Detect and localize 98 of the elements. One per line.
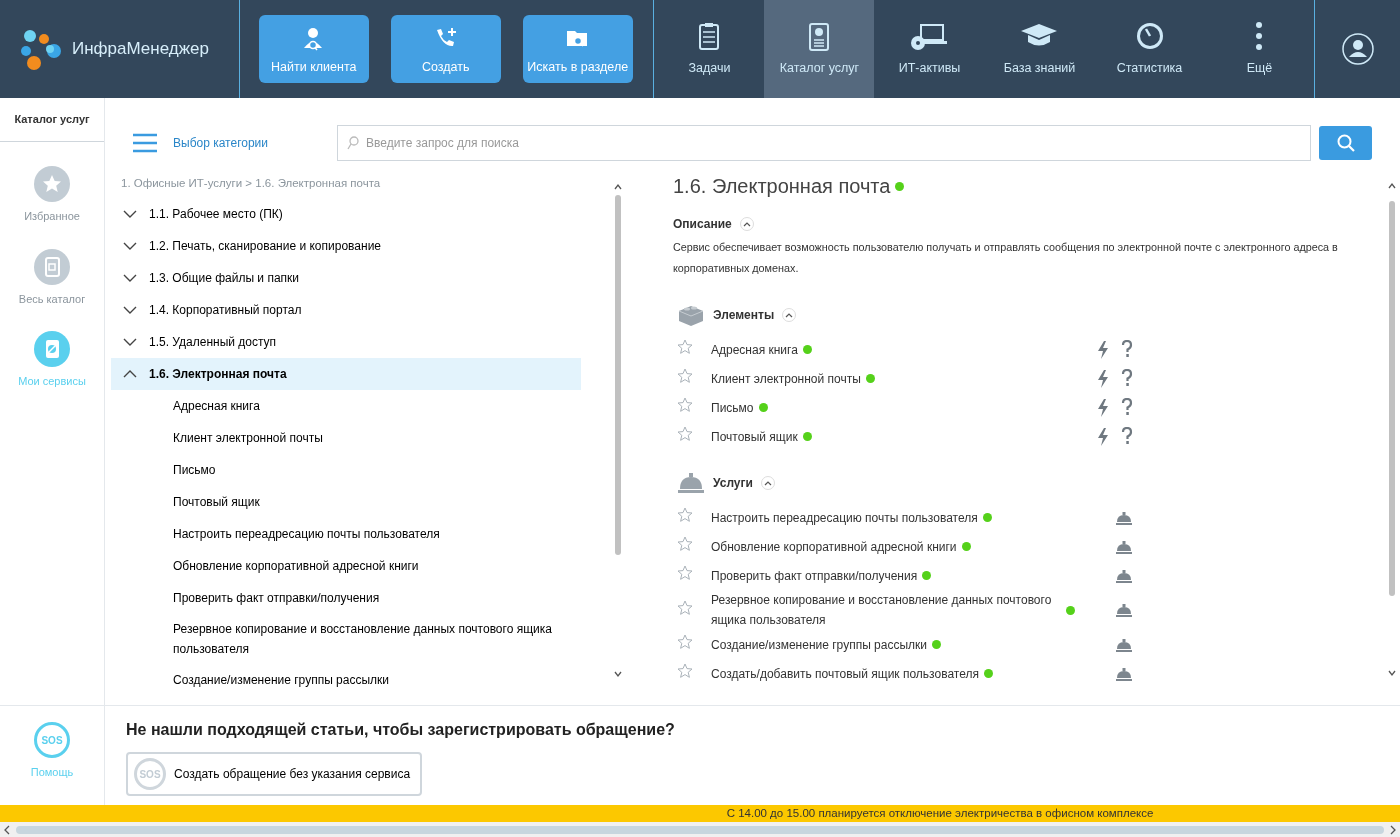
- nav-tab[interactable]: Задачи: [654, 0, 765, 98]
- create-request-button[interactable]: SOS Создать обращение без указания сервиса: [126, 752, 423, 796]
- favorite-toggle[interactable]: [677, 397, 693, 413]
- favorite-toggle[interactable]: [677, 634, 693, 650]
- chevron-up-icon: [785, 312, 794, 318]
- collapse-button[interactable]: [760, 476, 775, 490]
- help-button[interactable]: [1121, 398, 1133, 417]
- tree-item[interactable]: Клиент электронной почты: [111, 422, 581, 455]
- favorite-toggle[interactable]: [677, 565, 693, 581]
- tree-item[interactable]: Письмо: [111, 454, 581, 487]
- page-title: 1.6. Электронная почта: [673, 174, 891, 199]
- section-heading: Элементы: [713, 307, 775, 324]
- notice-banner: С 14.00 до 15.00 планируется отключение электричества в офисном комплексе: [0, 805, 1400, 822]
- search-button[interactable]: [1319, 125, 1372, 160]
- favorite-toggle[interactable]: [677, 599, 693, 616]
- status-dot: [802, 432, 812, 441]
- catalog-item-link[interactable]: Почтовый ящик: [711, 427, 798, 446]
- help-button[interactable]: [1121, 369, 1133, 388]
- tree-item[interactable]: Резервное копирование и восстановление данных почтового ящика пользователя: [111, 614, 581, 665]
- favorite-toggle[interactable]: [677, 536, 693, 552]
- status-dot: [758, 403, 768, 412]
- service-bell-icon: [677, 471, 705, 495]
- catalog-item-link[interactable]: Создание/изменение группы рассылки: [711, 635, 928, 654]
- chevron-down-icon: [123, 274, 137, 283]
- chevron-up-icon: [763, 480, 772, 486]
- catalog-item-link[interactable]: Создать/добавить почтовый ящик пользователя: [711, 664, 979, 683]
- search-icon: [347, 135, 359, 150]
- chevron-down-icon: [123, 306, 137, 315]
- lightning-button[interactable]: [1097, 398, 1109, 417]
- catalog-item-link[interactable]: Адресная книга: [711, 340, 798, 359]
- tree-item[interactable]: Почтовый ящик: [111, 486, 581, 519]
- nav-tab[interactable]: Статистика: [1094, 0, 1205, 98]
- status-dot: [922, 571, 932, 580]
- status-dot: [982, 513, 992, 522]
- category-button[interactable]: Выбор категории: [133, 132, 337, 153]
- status-dot: [895, 181, 905, 191]
- user-avatar-button[interactable]: [1341, 33, 1374, 65]
- collapse-button[interactable]: [782, 308, 797, 322]
- app-name: ИнфраМенеджер: [72, 38, 209, 61]
- catalog-item-link[interactable]: Клиент электронной почты: [711, 369, 861, 388]
- nav-tab[interactable]: ИТ-активы: [874, 0, 985, 98]
- chevron-up-icon: [742, 221, 751, 227]
- favorite-toggle[interactable]: [677, 426, 693, 442]
- help-button[interactable]: [1121, 427, 1133, 446]
- tree-item[interactable]: 1.3. Общие файлы и папки: [111, 262, 581, 295]
- lightning-button[interactable]: [1097, 369, 1109, 388]
- status-dot: [961, 542, 971, 551]
- tree-item[interactable]: Проверить факт отправки/получения: [111, 582, 581, 615]
- bricks-icon: [677, 303, 705, 327]
- favorite-toggle[interactable]: [677, 368, 693, 384]
- section-heading: Описание: [673, 216, 732, 233]
- more-vertical-icon: [1255, 21, 1264, 52]
- tree-item[interactable]: 1.6. Электронная почта: [111, 358, 581, 391]
- favorite-toggle[interactable]: [677, 507, 693, 523]
- tree-item[interactable]: Адресная книга: [111, 390, 581, 423]
- logo-icon: [20, 27, 64, 71]
- chevron-down-icon: [123, 242, 137, 251]
- breadcrumb: 1. Офисные ИТ-услуги > 1.6. Электронная почта: [120, 176, 382, 191]
- status-dot: [983, 669, 993, 678]
- chevron-down-icon: [123, 210, 137, 219]
- status-dot: [932, 640, 942, 649]
- nav-tab[interactable]: Каталог услуг: [764, 0, 875, 98]
- status-dot: [802, 345, 812, 354]
- request-service-button[interactable]: [1115, 601, 1133, 619]
- prompt-heading: Не нашли подходящей статьи, чтобы зарегистрировать обращение?: [126, 720, 675, 740]
- search-icon: [1336, 133, 1355, 152]
- catalog-item-link[interactable]: Настроить переадресацию почты пользователя: [711, 508, 978, 527]
- chevron-down-icon: [123, 338, 137, 347]
- catalog-item-link[interactable]: Резервное копирование и восстановление данных почтового ящика пользователя: [711, 590, 1061, 630]
- tree-item[interactable]: 1.5. Удаленный доступ: [111, 326, 581, 359]
- tree-item[interactable]: Создание/изменение группы рассылки: [111, 664, 581, 697]
- catalog-item-link[interactable]: Проверить факт отправки/получения: [711, 566, 918, 585]
- sidebar-title: Каталог услуг: [0, 98, 104, 142]
- menu-icon: [133, 132, 157, 153]
- nav-tab[interactable]: Ещё: [1204, 0, 1315, 98]
- horizontal-scrollbar[interactable]: [4, 823, 1396, 836]
- laptop-disc-icon: [909, 21, 950, 52]
- tree-item[interactable]: Настроить переадресацию почты пользователя: [111, 518, 581, 551]
- search-field[interactable]: Введите запрос для поиска: [337, 124, 1311, 161]
- collapse-button[interactable]: [739, 217, 754, 231]
- catalog-item-link[interactable]: Письмо: [711, 398, 754, 417]
- chevron-up-icon: [123, 370, 137, 379]
- gauge-icon: [1135, 21, 1164, 52]
- tree-item[interactable]: 1.2. Печать, сканирование и копирование: [111, 230, 581, 263]
- lightning-button[interactable]: [1097, 340, 1109, 359]
- favorite-toggle[interactable]: [677, 339, 693, 355]
- tree-item[interactable]: 1.1. Рабочее место (ПК): [111, 198, 581, 231]
- catalog-item-link[interactable]: Обновление корпоративной адресной книги: [711, 537, 957, 556]
- status-dot: [1066, 605, 1075, 615]
- help-button[interactable]: [1121, 340, 1133, 359]
- tree-item[interactable]: 1.4. Корпоративный портал: [111, 294, 581, 327]
- status-dot: [865, 374, 875, 383]
- favorite-toggle[interactable]: [677, 663, 693, 679]
- tree-item[interactable]: Обновление корпоративной адресной книги: [111, 550, 581, 583]
- description-text: Сервис обеспечивает возможность пользователю получать и отправлять сообщения по электронной почте с электронного адреса в корпоративных доменах.: [673, 240, 1339, 276]
- lightning-button[interactable]: [1097, 427, 1109, 446]
- section-heading: Услуги: [713, 475, 753, 492]
- nav-tab[interactable]: База знаний: [984, 0, 1095, 98]
